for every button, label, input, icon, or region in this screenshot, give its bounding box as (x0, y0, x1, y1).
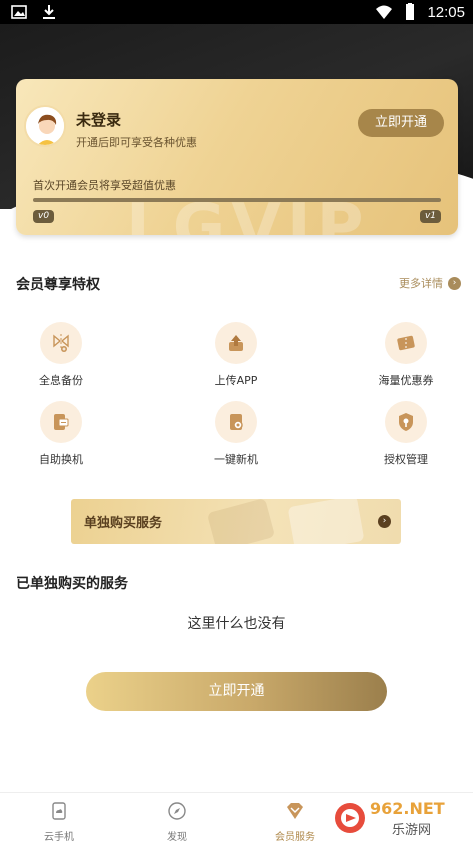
chevron-right-icon: › (448, 276, 461, 290)
backup-icon (40, 322, 82, 364)
privilege-label: 海量优惠券 (378, 374, 434, 387)
avatar[interactable] (24, 105, 66, 147)
single-service-label: 单独购买服务 (84, 516, 163, 531)
nav-item-vip[interactable]: 会员服务 (250, 801, 340, 841)
purchased-title: 已单独购买的服务 (16, 576, 128, 592)
nav-item-discover[interactable]: 发现 (132, 801, 222, 841)
privilege-item-upload[interactable]: 上传APP (186, 322, 286, 388)
compass-icon (168, 802, 186, 820)
nav-label: 会员服务 (275, 832, 315, 841)
svg-text:乐游网: 乐游网 (392, 823, 431, 838)
wifi-icon (376, 5, 393, 19)
username[interactable]: 未登录 (76, 109, 121, 130)
battery-icon (406, 3, 415, 20)
chevron-right-icon: › (378, 515, 391, 528)
nav-label: 发现 (167, 832, 187, 841)
privilege-label: 授权管理 (384, 453, 428, 466)
svg-text:962.NET: 962.NET (370, 799, 445, 818)
avatar-icon (26, 107, 64, 145)
clock: 12:05 (427, 3, 465, 21)
new-device-icon (215, 401, 257, 443)
switch-device-icon (40, 401, 82, 443)
empty-state-text: 这里什么也没有 (187, 616, 286, 632)
privilege-item-new-device[interactable]: 一键新机 (186, 401, 286, 467)
nav-item-cloud-phone[interactable]: 云手机 (14, 801, 104, 841)
open-vip-button-bottom[interactable]: 立即开通 (86, 672, 387, 711)
privilege-item-backup[interactable]: 全息备份 (11, 322, 111, 388)
status-bar: 12:05 (0, 0, 473, 24)
image-notification-icon (11, 5, 27, 19)
privilege-label: 一键新机 (214, 453, 258, 466)
banner-decoration (287, 499, 365, 544)
nav-label: 云手机 (44, 832, 74, 841)
download-icon (43, 5, 55, 19)
level-end-badge: v1 (419, 210, 441, 223)
vip-icon (287, 803, 303, 819)
cloud-phone-icon (52, 802, 66, 820)
user-subtitle: 开通后即可享受各种优惠 (76, 136, 197, 149)
coupon-icon (385, 322, 427, 364)
privilege-label: 上传APP (214, 374, 258, 387)
open-vip-button-top[interactable]: 立即开通 (358, 109, 444, 137)
site-watermark-logo: 962.NET 乐游网 (335, 799, 445, 838)
more-details-label: 更多详情 (399, 277, 443, 290)
first-open-text: 首次开通会员将享受超值优惠 (33, 179, 176, 192)
privileges-title: 会员尊享特权 (16, 277, 100, 293)
privilege-label: 全息备份 (39, 374, 83, 387)
upload-icon (215, 322, 257, 364)
shield-icon (385, 401, 427, 443)
more-details-link[interactable]: 更多详情 › (399, 275, 461, 291)
privilege-item-switch[interactable]: 自助换机 (11, 401, 111, 467)
level-progress-bar (33, 198, 441, 202)
banner-decoration (206, 499, 276, 544)
single-service-banner[interactable]: 单独购买服务 › (71, 499, 401, 544)
vip-card: LGVIP 未登录 开通后即可享受各种优惠 立即开通 首次开通会员将享受超值优惠… (16, 79, 458, 235)
level-start-badge: v0 (33, 210, 55, 223)
privilege-item-coupon[interactable]: 海量优惠券 (356, 322, 456, 388)
privilege-label: 自助换机 (39, 453, 83, 466)
privilege-item-auth[interactable]: 授权管理 (356, 401, 456, 467)
